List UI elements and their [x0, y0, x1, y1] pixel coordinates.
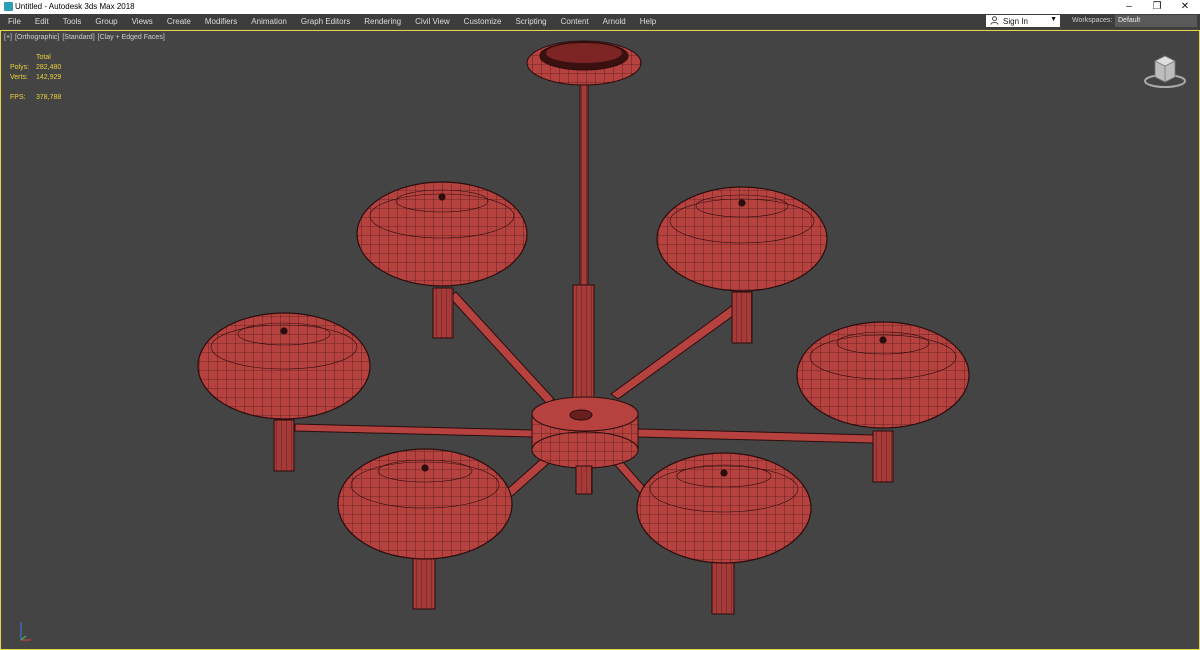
ceiling-canopy [526, 40, 642, 86]
viewport-label-menu[interactable]: [+] [Orthographic] [Standard] [Clay + Edged… [4, 34, 168, 41]
axis-tripod-icon [20, 622, 31, 641]
menu-group[interactable]: Group [88, 14, 124, 29]
shade-2 [656, 186, 828, 292]
menu-file[interactable]: File [1, 14, 28, 29]
workspaces-label: Workspaces: [1072, 17, 1113, 24]
viewport-shading-menu[interactable]: [Clay + Edged Faces] [98, 34, 165, 41]
menu-animation[interactable]: Animation [244, 14, 294, 29]
menu-customize[interactable]: Customize [457, 14, 509, 29]
verts-label: Verts: [10, 74, 28, 81]
viewport-plus-menu[interactable]: [+] [4, 34, 12, 41]
main-menu: File Edit Tools Group Views Create Modifiers An… [1, 14, 663, 29]
shade-6 [636, 452, 812, 564]
perspective-viewport[interactable]: [+] [Orthographic] [Standard] [Clay + Edged… [0, 30, 1200, 650]
app-icon [4, 2, 13, 11]
menu-bar: File Edit Tools Group Views Create Modifiers An… [0, 14, 1200, 29]
menu-arnold[interactable]: Arnold [596, 14, 633, 29]
center-hub [531, 396, 639, 495]
menu-modifiers[interactable]: Modifiers [198, 14, 244, 29]
stats-header: Total [36, 54, 51, 61]
fps-value: 378,788 [36, 94, 62, 101]
shade-5 [337, 448, 513, 560]
viewport-pov-menu[interactable]: [Orthographic] [15, 34, 59, 41]
viewport-camera-menu[interactable]: [Standard] [62, 34, 94, 41]
polys-value: 282,480 [36, 64, 62, 71]
menu-edit[interactable]: Edit [28, 14, 56, 29]
menu-create[interactable]: Create [160, 14, 198, 29]
restore-button[interactable]: ❐ [1143, 0, 1171, 14]
shade-3 [197, 312, 371, 420]
polys-label: Polys: [10, 64, 30, 71]
menu-scripting[interactable]: Scripting [508, 14, 553, 29]
chandelier-model [197, 40, 970, 615]
menu-graph-editors[interactable]: Graph Editors [294, 14, 357, 29]
shade-1 [356, 181, 528, 287]
close-button[interactable]: ✕ [1171, 0, 1199, 14]
workspaces-select[interactable]: Default [1115, 15, 1197, 27]
menu-content[interactable]: Content [554, 14, 596, 29]
menu-civil-view[interactable]: Civil View [408, 14, 457, 29]
chevron-down-icon: ▼ [1050, 16, 1057, 23]
fps-label: FPS: [10, 94, 26, 101]
minimize-button[interactable]: – [1115, 0, 1143, 14]
user-icon [990, 16, 999, 25]
sign-in-label: Sign In [1003, 17, 1028, 26]
menu-tools[interactable]: Tools [56, 14, 89, 29]
sign-in-dropdown[interactable]: Sign In ▼ [986, 15, 1060, 27]
workspaces-value: Default [1118, 17, 1141, 24]
title-bar: Untitled - Autodesk 3ds Max 2018 – ❐ ✕ [0, 0, 1200, 14]
viewcube-icon[interactable] [1141, 51, 1191, 93]
menu-help[interactable]: Help [633, 14, 663, 29]
window-title: Untitled - Autodesk 3ds Max 2018 [15, 2, 135, 11]
shade-4 [796, 321, 970, 429]
menu-views[interactable]: Views [125, 14, 160, 29]
menu-rendering[interactable]: Rendering [357, 14, 408, 29]
verts-value: 142,929 [36, 74, 62, 81]
